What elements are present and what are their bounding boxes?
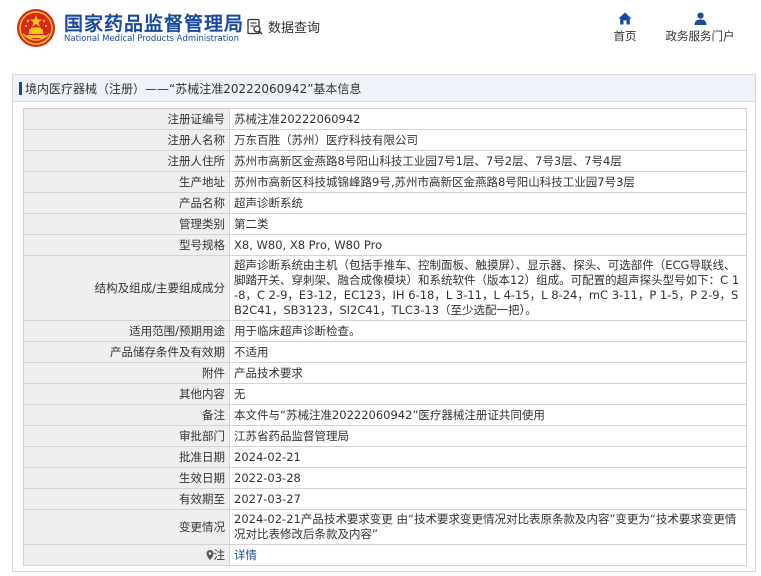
field-value: 超声诊断系统由主机（包括手推车、控制面板、触摸屏）、显示器、探头、可选部件（EC… [229, 255, 747, 321]
detail-panel: 境内医疗器械（注册）——“苏械注准20222060942”基本信息 注册证编号苏… [12, 74, 756, 572]
field-value: X8, W80, X8 Pro, W80 Pro [229, 234, 747, 256]
table-row: 产品储存条件及有效期 不适用 [23, 341, 747, 363]
nav-service-portal[interactable]: 政务服务门户 [660, 12, 740, 44]
nav-home-label: 首页 [613, 29, 637, 43]
registration-info-table: 注册证编号 苏械注准20222060942 注册人名称 万东百胜（苏州）医疗科技有限… [23, 108, 747, 566]
field-label: 注册人住所 [23, 150, 230, 172]
nav-home[interactable]: 首页 [608, 12, 642, 44]
field-value: 万东百胜（苏州）医疗科技有限公司 [229, 129, 747, 151]
field-label: 生效日期 [23, 467, 230, 489]
site-header: 国家药品监督管理局 National Medical Products Admi… [0, 0, 761, 66]
field-label: 附件 [23, 362, 230, 384]
user-icon [694, 12, 706, 25]
table-row-note: 注 详情 [23, 544, 747, 566]
panel-title-text: 境内医疗器械（注册）——“苏械注准20222060942”基本信息 [25, 81, 362, 96]
table-row: 结构及组成/主要组成成分 超声诊断系统由主机（包括手推车、控制面板、触摸屏）、显示… [23, 255, 747, 321]
site-title[interactable]: 国家药品监督管理局 [64, 9, 244, 36]
field-label: 变更情况 [23, 509, 230, 545]
table-row: 管理类别 第二类 [23, 213, 747, 235]
field-value: 用于临床超声诊断检查。 [229, 320, 747, 342]
table-row: 审批部门 江苏省药品监督管理局 [23, 425, 747, 447]
field-label: 有效期至 [23, 488, 230, 510]
field-label: 产品储存条件及有效期 [23, 341, 230, 363]
title-bar-decoration [19, 81, 22, 95]
field-label: 生产地址 [23, 171, 230, 193]
note-label-text: 注 [213, 547, 226, 562]
field-label: 批准日期 [23, 446, 230, 468]
field-value: 苏州市高新区科技城锦峰路9号,苏州市高新区金燕路8号阳山科技工业园7号3层 [229, 171, 747, 193]
table-row: 生效日期 2022-03-28 [23, 467, 747, 489]
field-label: 产品名称 [23, 192, 230, 214]
field-value: 2027-03-27 [229, 488, 747, 510]
nav-service-portal-label: 政务服务门户 [665, 29, 735, 43]
table-row: 生产地址 苏州市高新区科技城锦峰路9号,苏州市高新区金燕路8号阳山科技工业园7号3… [23, 171, 747, 193]
note-label: 注 [23, 544, 230, 566]
panel-title: 境内医疗器械（注册）——“苏械注准20222060942”基本信息 [13, 75, 755, 102]
field-value: 超声诊断系统 [229, 192, 747, 214]
table-row: 型号规格 X8, W80, X8 Pro, W80 Pro [23, 234, 747, 256]
search-document-icon [247, 18, 263, 35]
table-row: 批准日期 2024-02-21 [23, 446, 747, 468]
field-label: 适用范围/预期用途 [23, 320, 230, 342]
field-value: 江苏省药品监督管理局 [229, 425, 747, 447]
field-label: 型号规格 [23, 234, 230, 256]
table-row: 变更情况 2024-02-21产品技术要求变更 由“技术要求变更情况对比表原条款及… [23, 509, 747, 545]
details-link[interactable]: 详情 [234, 548, 257, 562]
field-label: 注册证编号 [23, 108, 230, 130]
field-value: 2022-03-28 [229, 467, 747, 489]
field-label: 审批部门 [23, 425, 230, 447]
field-value: 无 [229, 383, 747, 405]
field-value: 苏州市高新区金燕路8号阳山科技工业园7号1层、7号2层、7号3层、7号4层 [229, 150, 747, 172]
table-row: 注册人名称 万东百胜（苏州）医疗科技有限公司 [23, 129, 747, 151]
table-row: 附件 产品技术要求 [23, 362, 747, 384]
table-row: 备注 本文件与“苏械注准20222060942”医疗器械注册证共同使用 [23, 404, 747, 426]
table-row: 有效期至 2027-03-27 [23, 488, 747, 510]
field-label: 注册人名称 [23, 129, 230, 151]
data-query-label: 数据查询 [268, 21, 321, 36]
pin-icon [206, 549, 213, 560]
field-value: 2024-02-21产品技术要求变更 由“技术要求变更情况对比表原条款及内容”变… [229, 509, 747, 545]
data-query-link[interactable]: 数据查询 [246, 17, 320, 36]
table-row: 其他内容无 [23, 383, 747, 405]
home-icon [618, 12, 632, 25]
field-label: 其他内容 [23, 383, 230, 405]
field-value: 不适用 [229, 341, 747, 363]
field-label: 管理类别 [23, 213, 230, 235]
table-row: 产品名称 超声诊断系统 [23, 192, 747, 214]
table-row: 适用范围/预期用途 用于临床超声诊断检查。 [23, 320, 747, 342]
national-emblem-icon [17, 9, 55, 47]
field-value: 本文件与“苏械注准20222060942”医疗器械注册证共同使用 [229, 404, 747, 426]
table-row: 注册证编号 苏械注准20222060942 [23, 108, 747, 130]
field-value: 产品技术要求 [229, 362, 747, 384]
field-value: 第二类 [229, 213, 747, 235]
field-value: 苏械注准20222060942 [229, 108, 747, 130]
field-label: 备注 [23, 404, 230, 426]
field-label: 结构及组成/主要组成成分 [23, 255, 230, 321]
site-subtitle: National Medical Products Administration [64, 34, 239, 44]
field-value: 2024-02-21 [229, 446, 747, 468]
note-value: 详情 [229, 544, 747, 566]
table-row: 注册人住所 苏州市高新区金燕路8号阳山科技工业园7号1层、7号2层、7号3层、7号… [23, 150, 747, 172]
